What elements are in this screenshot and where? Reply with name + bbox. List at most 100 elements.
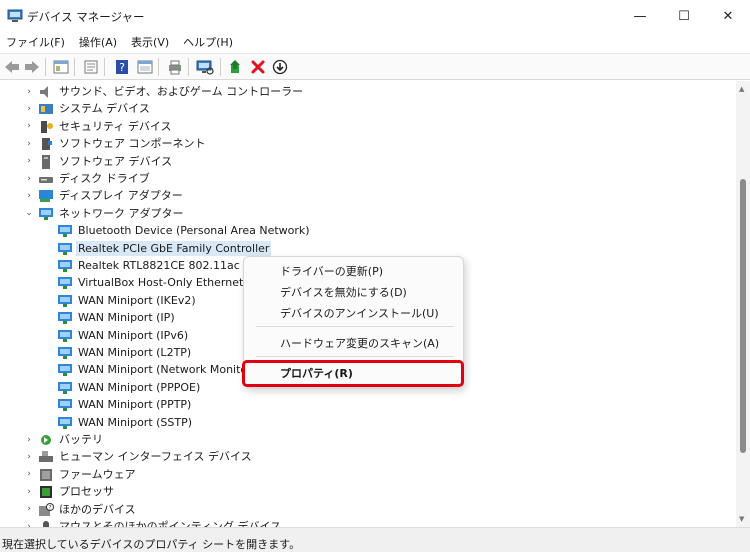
collapse-chevron-icon[interactable]: ⌄ xyxy=(24,208,34,218)
tree-label: マウスとそのほかのポインティング デバイス xyxy=(59,520,282,527)
forward-button[interactable] xyxy=(23,58,41,76)
expand-chevron-icon[interactable]: › xyxy=(24,121,34,131)
update-driver-button[interactable] xyxy=(227,58,245,76)
disable-device-icon xyxy=(272,59,288,75)
context-scan-hardware[interactable]: ハードウェア変更のスキャン(A) xyxy=(244,333,463,354)
network-adapter-icon xyxy=(58,329,72,342)
tree-category-software-device[interactable]: › ソフトウェア デバイス xyxy=(0,153,300,170)
menu-action[interactable]: 操作(A) xyxy=(72,33,124,53)
context-update-driver[interactable]: ドライバーの更新(P) xyxy=(244,261,463,282)
other-devices-icon: ? xyxy=(39,502,54,516)
expand-chevron-icon[interactable]: › xyxy=(24,87,34,97)
network-adapter-label: WAN Miniport (IKEv2) xyxy=(78,293,196,307)
disk-drive-icon xyxy=(39,177,53,183)
menu-file[interactable]: ファイル(F) xyxy=(0,33,72,53)
tree-label: プロセッサ xyxy=(59,485,114,499)
tree-category-mouse[interactable]: › マウスとそのほかのポインティング デバイス xyxy=(0,518,300,527)
network-adapter-icon xyxy=(39,207,53,220)
expand-chevron-icon[interactable]: › xyxy=(24,191,34,201)
menu-help[interactable]: ヘルプ(H) xyxy=(176,33,240,53)
disable-device-button[interactable] xyxy=(271,58,289,76)
print-icon xyxy=(169,60,181,75)
scan-hardware-icon xyxy=(196,60,214,75)
maximize-icon: ☐ xyxy=(678,9,690,24)
tree-category-network-adapter[interactable]: ⌄ ネットワーク アダプター xyxy=(0,205,300,222)
expand-chevron-icon[interactable]: › xyxy=(24,504,34,514)
show-hide-tree-button[interactable] xyxy=(52,58,70,76)
scrollbar-thumb[interactable] xyxy=(740,179,746,453)
toolbar-separator xyxy=(158,58,159,76)
uninstall-button[interactable] xyxy=(249,58,267,76)
device-manager-icon xyxy=(7,9,23,22)
properties-icon xyxy=(84,60,98,74)
context-separator xyxy=(256,326,454,327)
tree-category-system[interactable]: › システム デバイス xyxy=(0,100,300,117)
tree-label: ソフトウェア コンポーネント xyxy=(59,137,206,151)
network-adapter-label: WAN Miniport (L2TP) xyxy=(78,346,192,359)
back-button[interactable] xyxy=(3,58,21,76)
network-adapter-label: WAN Miniport (IPv6) xyxy=(78,328,189,342)
scroll-down-icon[interactable]: ▼ xyxy=(739,515,744,523)
menu-view[interactable]: 表示(V) xyxy=(124,33,176,53)
title-bar: デバイス マネージャー — ☐ ✕ xyxy=(0,0,750,33)
network-adapter-label: WAN Miniport (PPPOE) xyxy=(78,380,201,394)
expand-chevron-icon[interactable]: › xyxy=(24,139,34,149)
network-adapter-label: WAN Miniport (SSTP) xyxy=(78,415,193,429)
tree-category-software-component[interactable]: › ソフトウェア コンポーネント xyxy=(0,135,300,152)
tree-label: セキュリティ デバイス xyxy=(59,119,172,133)
network-adapter-item[interactable]: WAN Miniport (SSTP) xyxy=(0,414,320,431)
scan-hardware-button[interactable] xyxy=(196,58,214,76)
tree-category-firmware[interactable]: › ファームウェア xyxy=(0,466,300,483)
expand-chevron-icon[interactable]: › xyxy=(24,469,34,479)
tree-label: ヒューマン インターフェイス デバイス xyxy=(59,450,252,464)
mouse-icon xyxy=(43,521,49,527)
help-button[interactable]: ? xyxy=(113,58,131,76)
expand-chevron-icon[interactable]: › xyxy=(24,156,34,166)
context-disable-device[interactable]: デバイスを無効にする(D) xyxy=(244,282,463,303)
network-adapter-icon xyxy=(58,225,72,238)
print-button[interactable] xyxy=(166,58,184,76)
tree-label: サウンド、ビデオ、およびゲーム コントローラー xyxy=(59,85,304,98)
maximize-button[interactable]: ☐ xyxy=(662,0,706,33)
firmware-icon xyxy=(40,468,52,481)
network-adapter-icon xyxy=(58,294,72,307)
tree-label: システム デバイス xyxy=(59,102,150,116)
tree-category-hid[interactable]: › ヒューマン インターフェイス デバイス xyxy=(0,448,300,465)
tree-category-other-devices[interactable]: › ? ほかのデバイス xyxy=(0,501,300,518)
tree-category-sound[interactable]: › サウンド、ビデオ、およびゲーム コントローラー xyxy=(0,83,303,100)
tree-label: ディスプレイ アダプター xyxy=(59,189,183,203)
tree-category-security[interactable]: › セキュリティ デバイス xyxy=(0,118,300,135)
network-adapter-label: WAN Miniport (Network Monito xyxy=(78,363,248,377)
network-adapter-item[interactable]: Realtek PCIe GbE Family Controller xyxy=(0,240,320,257)
vertical-scrollbar[interactable]: ▲ ▼ xyxy=(736,81,750,527)
network-adapter-item[interactable]: WAN Miniport (PPTP) xyxy=(0,396,320,413)
toolbar-separator xyxy=(74,58,75,76)
expand-chevron-icon[interactable]: › xyxy=(24,174,34,184)
tree-category-display-adapter[interactable]: › ディスプレイ アダプター xyxy=(0,187,300,204)
network-adapter-icon xyxy=(58,260,72,272)
view-icon xyxy=(137,60,153,74)
expand-chevron-icon[interactable]: › xyxy=(24,104,34,114)
expand-chevron-icon[interactable]: › xyxy=(24,435,34,445)
update-driver-icon xyxy=(230,60,240,73)
properties-button[interactable] xyxy=(82,58,100,76)
scroll-up-icon[interactable]: ▲ xyxy=(739,85,744,93)
context-uninstall-device[interactable]: デバイスのアンインストール(U) xyxy=(244,303,463,324)
tree-category-battery[interactable]: › バッテリ xyxy=(0,431,300,448)
network-adapter-label: WAN Miniport (IP) xyxy=(78,311,175,325)
network-adapter-icon xyxy=(58,381,72,394)
tree-label: ディスク ドライブ xyxy=(59,172,150,185)
network-adapter-item[interactable]: Bluetooth Device (Personal Area Network) xyxy=(0,222,320,239)
system-devices-icon xyxy=(39,104,53,115)
tree-category-disk-drive[interactable]: › ディスク ドライブ xyxy=(0,170,300,187)
tree-label: ソフトウェア デバイス xyxy=(59,154,173,168)
expand-chevron-icon[interactable]: › xyxy=(24,487,34,497)
expand-chevron-icon[interactable]: › xyxy=(24,452,34,462)
tree-category-processor[interactable]: › プロセッサ xyxy=(0,483,300,500)
hid-icon xyxy=(39,451,53,463)
minimize-button[interactable]: — xyxy=(618,0,662,33)
tree-label: ネットワーク アダプター xyxy=(59,206,184,220)
close-button[interactable]: ✕ xyxy=(706,0,750,33)
view-button[interactable] xyxy=(136,58,154,76)
window-title: デバイス マネージャー xyxy=(27,10,145,24)
